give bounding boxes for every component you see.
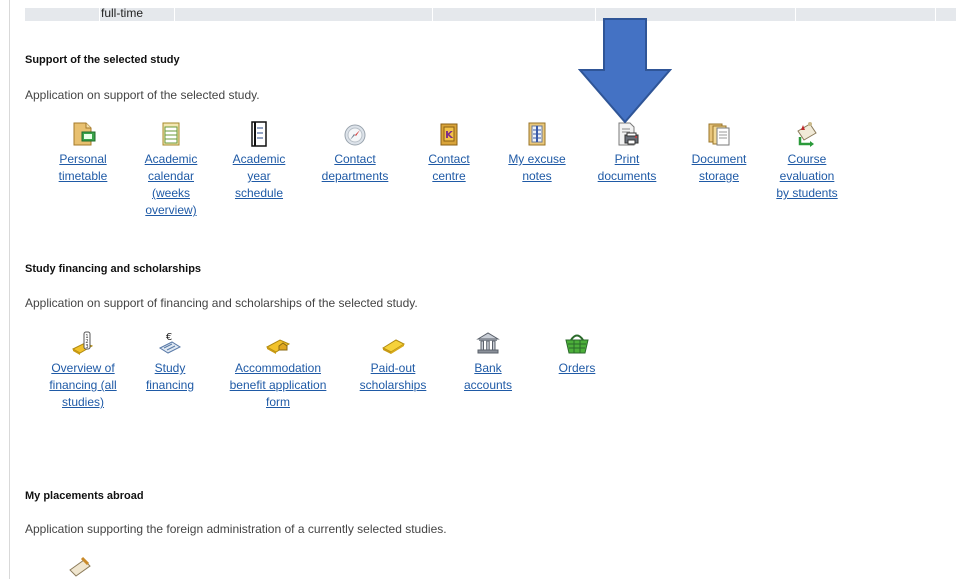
section-desc-financing: Application on support of financing and … xyxy=(25,296,418,310)
table-cell xyxy=(433,8,596,21)
app-link-label[interactable]: Personal timetable xyxy=(48,151,118,185)
app-link-label[interactable]: Accommodation benefit application form xyxy=(218,360,338,411)
app-paid-out-scholarships[interactable]: Paid-out scholarships xyxy=(348,330,438,394)
app-accommodation-benefit[interactable]: Accommodation benefit application form xyxy=(218,330,338,411)
table-cell xyxy=(936,8,957,21)
down-arrow-annotation xyxy=(578,18,672,123)
app-link-label[interactable]: Study financing xyxy=(138,360,202,394)
table-cell xyxy=(25,8,100,21)
app-link-label[interactable]: Contact centre xyxy=(418,151,480,185)
app-link-label[interactable]: Academic calendar (weeks overview) xyxy=(134,151,208,219)
app-link-label[interactable]: Academic year schedule xyxy=(222,151,296,202)
basket-icon xyxy=(565,334,589,354)
calendar-icon xyxy=(162,122,180,146)
svg-text:3: 3 xyxy=(85,344,88,350)
app-link-label[interactable]: Overview of financing (all studies) xyxy=(48,360,118,411)
gold-bar-icon xyxy=(381,339,406,354)
notes-icon xyxy=(528,122,546,146)
left-border xyxy=(9,0,10,579)
app-orders[interactable]: Orders xyxy=(546,330,608,377)
app-personal-timetable[interactable]: Personal timetable xyxy=(48,121,118,185)
compass-icon xyxy=(344,124,366,146)
table-cell xyxy=(175,8,433,21)
app-link-label[interactable]: Course evaluation by students xyxy=(772,151,842,202)
app-study-financing[interactable]: € Study financing xyxy=(138,330,202,394)
section-title-placements: My placements abroad xyxy=(25,490,144,502)
section-desc-placements: Application supporting the foreign admin… xyxy=(25,522,447,536)
app-my-excuse-notes[interactable]: My excuse notes xyxy=(504,121,570,185)
svg-text:€: € xyxy=(166,332,172,343)
app-link-label[interactable]: Paid-out scholarships xyxy=(348,360,438,394)
app-contact-centre[interactable]: K Contact centre xyxy=(418,121,480,185)
bank-icon xyxy=(476,332,500,354)
gold-bar-house-icon xyxy=(265,339,291,354)
section-title-financing: Study financing and scholarships xyxy=(25,263,202,275)
scroll-icon xyxy=(797,122,817,147)
app-academic-calendar[interactable]: Academic calendar (weeks overview) xyxy=(134,121,208,219)
app-overview-of-financing[interactable]: 123 Overview of financing (all studies) xyxy=(48,330,118,411)
studies-table-row: full-time xyxy=(25,7,957,21)
print-icon xyxy=(618,122,639,146)
app-contact-departments[interactable]: Contact departments xyxy=(310,121,400,185)
app-link-label[interactable]: Bank accounts xyxy=(452,360,524,394)
app-academic-year-schedule[interactable]: Academic year schedule xyxy=(222,121,296,202)
app-link-label[interactable]: Orders xyxy=(546,360,608,377)
table-cell xyxy=(796,8,936,21)
app-link-label[interactable]: My excuse notes xyxy=(504,151,570,185)
app-link-label[interactable]: Print documents xyxy=(588,151,666,185)
documents-icon xyxy=(708,123,730,146)
table-cell-study-form: full-time xyxy=(100,7,175,21)
svg-text:K: K xyxy=(445,130,454,141)
app-document-storage[interactable]: Document storage xyxy=(680,121,758,185)
app-link-label[interactable]: Contact departments xyxy=(310,151,400,185)
app-link-label[interactable]: Document storage xyxy=(680,151,758,185)
gold-bar-list-icon: 123 xyxy=(71,331,94,355)
timetable-icon xyxy=(73,122,96,146)
app-bank-accounts[interactable]: Bank accounts xyxy=(452,330,524,394)
schedule-icon xyxy=(251,121,267,147)
contact-book-icon: K xyxy=(440,123,458,146)
app-course-evaluation[interactable]: Course evaluation by students xyxy=(772,121,842,202)
section-title-support: Support of the selected study xyxy=(25,54,180,66)
section-desc-support: Application on support of the selected s… xyxy=(25,88,260,102)
app-print-documents[interactable]: Print documents xyxy=(588,121,666,185)
euro-receipt-icon: € xyxy=(158,332,182,354)
placement-app-icon[interactable] xyxy=(66,556,92,579)
